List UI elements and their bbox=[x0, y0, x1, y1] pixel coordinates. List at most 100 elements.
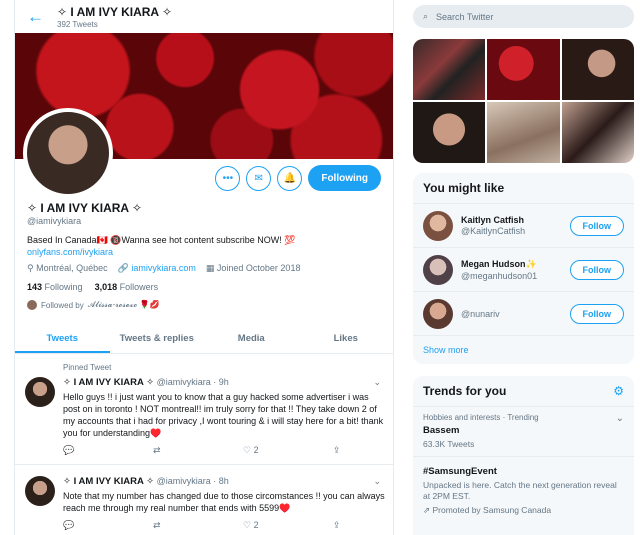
chevron-down-icon[interactable]: ⌄ bbox=[373, 377, 381, 388]
tweet-text: Hello guys !! i just want you to know th… bbox=[63, 392, 384, 438]
bio-text: Based In Canada🇨🇦 🔞Wanna see hot content… bbox=[27, 235, 296, 245]
tweet-avatar[interactable] bbox=[25, 377, 55, 407]
reply-icon[interactable]: 💬 bbox=[63, 520, 153, 531]
trends-header: Trends for you ⚙ bbox=[413, 376, 634, 406]
profile-column: ← ✧ I AM IVY KIARA ✧ 392 Tweets ••• ✉ 🔔 … bbox=[14, 0, 394, 535]
profile-tabs: Tweets Tweets & replies Media Likes bbox=[15, 324, 393, 354]
tweet-author-handle[interactable]: @iamivykiara · 8h bbox=[157, 476, 229, 486]
chevron-down-icon[interactable]: ⌄ bbox=[373, 476, 381, 487]
search-icon: ⌕ bbox=[423, 11, 429, 21]
media-thumbnail[interactable] bbox=[561, 39, 634, 100]
calendar-icon: ▦ bbox=[205, 263, 217, 273]
header-profile-name: ✧ I AM IVY KIARA ✧ bbox=[57, 4, 173, 19]
suggested-user-name[interactable]: Kaitlyn Catfish bbox=[461, 215, 525, 225]
followers-stat[interactable]: 3,018 Followers bbox=[95, 282, 159, 292]
heart-icon: ♡ bbox=[243, 520, 252, 530]
tweet-item[interactable]: Pinned Tweet ✧ I AM IVY KIARA ✧ @iamivyk… bbox=[15, 355, 393, 465]
follow-button[interactable]: Follow bbox=[569, 216, 624, 236]
follow-button[interactable]: Follow bbox=[569, 260, 624, 280]
heart-icon: ♡ bbox=[243, 445, 252, 455]
notifications-bell-icon[interactable]: 🔔 bbox=[277, 165, 303, 191]
link-icon: 🔗 bbox=[117, 263, 132, 273]
trend-count: 63.3K Tweets bbox=[423, 439, 475, 449]
profile-meta: ⚲ Montréal, Québec 🔗 iamivykiara.com ▦ J… bbox=[27, 263, 300, 274]
profile-avatar[interactable] bbox=[23, 108, 113, 198]
like-button[interactable]: ♡ 2 bbox=[243, 520, 333, 531]
bio-link[interactable]: onlyfans.com/ivykiara bbox=[27, 247, 113, 257]
followed-by-name: 𝓐𝓵𝓲𝓼𝓼𝓪-𝓻𝓸𝓼𝓮𝔁𝓸 🌹💋 bbox=[87, 300, 160, 309]
following-count: 143 bbox=[27, 282, 43, 292]
follow-button[interactable]: Follow bbox=[569, 304, 624, 324]
trend-item[interactable]: #SamsungEvent Unpacked is here. Catch th… bbox=[413, 456, 634, 522]
trend-description: Unpacked is here. Catch the next generat… bbox=[423, 480, 617, 501]
follower-avatar bbox=[27, 300, 37, 310]
tab-tweets-replies[interactable]: Tweets & replies bbox=[110, 324, 205, 353]
tab-tweets[interactable]: Tweets bbox=[15, 324, 110, 353]
suggested-user[interactable]: Kaitlyn Catfish @KaitlynCatfish Follow bbox=[413, 203, 634, 247]
tab-likes[interactable]: Likes bbox=[299, 324, 394, 353]
more-options-icon[interactable]: ••• bbox=[215, 165, 241, 191]
reply-icon[interactable]: 💬 bbox=[63, 445, 153, 456]
trend-item[interactable]: Hobbies and interests · Trending Bassem … bbox=[413, 406, 634, 456]
following-stat[interactable]: 143 Following bbox=[27, 282, 83, 292]
chevron-down-icon[interactable]: ⌄ bbox=[616, 413, 624, 424]
joined-label: Joined October 2018 bbox=[216, 263, 301, 273]
trends-title: Trends for you bbox=[423, 384, 507, 398]
suggested-user-handle: @KaitlynCatfish bbox=[461, 226, 526, 236]
followers-count: 3,018 bbox=[94, 282, 118, 292]
avatar[interactable] bbox=[423, 210, 453, 241]
gear-icon[interactable]: ⚙ bbox=[613, 384, 624, 398]
like-button[interactable]: ♡ 2 bbox=[243, 445, 333, 456]
suggested-user-name[interactable]: Megan Hudson✨ bbox=[461, 259, 537, 270]
share-icon[interactable]: ⇪ bbox=[333, 445, 423, 456]
retweet-icon[interactable]: ⇄ bbox=[153, 520, 243, 531]
suggested-user-handle: @nunariv bbox=[461, 309, 500, 319]
suggested-user-handle: @meganhudson01 bbox=[461, 270, 538, 281]
avatar[interactable] bbox=[423, 298, 453, 329]
tweet-author-handle[interactable]: @iamivykiara · 9h bbox=[157, 377, 229, 387]
like-count: 2 bbox=[253, 445, 259, 455]
media-thumbnail[interactable] bbox=[487, 39, 560, 100]
website-link[interactable]: 🔗 iamivykiara.com bbox=[118, 263, 196, 274]
trend-name: #SamsungEvent bbox=[423, 466, 497, 477]
promoted-text: Promoted by Samsung Canada bbox=[432, 505, 552, 515]
tab-media[interactable]: Media bbox=[204, 324, 299, 353]
suggested-user[interactable]: Megan Hudson✨ @meganhudson01 Follow bbox=[413, 247, 634, 291]
who-to-follow-card: You might like Kaitlyn Catfish @KaitlynC… bbox=[413, 173, 634, 364]
suggested-user[interactable]: @nunariv Follow bbox=[413, 291, 634, 335]
trends-card: Trends for you ⚙ Hobbies and interests ·… bbox=[413, 376, 634, 535]
profile-header-bar: ← ✧ I AM IVY KIARA ✧ 392 Tweets bbox=[15, 0, 393, 33]
media-thumbnail[interactable] bbox=[561, 102, 634, 163]
search-input[interactable]: Search Twitter bbox=[436, 12, 493, 22]
website-label[interactable]: iamivykiara.com bbox=[131, 263, 196, 273]
share-icon[interactable]: ⇪ bbox=[333, 520, 423, 531]
tweet-author-name[interactable]: ✧ I AM IVY KIARA ✧ bbox=[63, 476, 154, 487]
avatar[interactable] bbox=[423, 254, 453, 285]
trend-context: Hobbies and interests · Trending bbox=[423, 413, 539, 422]
followers-label: Followers bbox=[119, 282, 159, 292]
media-thumbnail[interactable] bbox=[487, 102, 560, 163]
tweet-actions: 💬 ⇄ ♡ 2 ⇪ bbox=[63, 520, 423, 531]
profile-name: ✧ I AM IVY KIARA ✧ bbox=[27, 201, 143, 215]
following-button[interactable]: Following bbox=[308, 165, 381, 191]
message-icon[interactable]: ✉ bbox=[246, 165, 272, 191]
tweet-count: 392 Tweets bbox=[57, 19, 98, 29]
tweet-author-name[interactable]: ✧ I AM IVY KIARA ✧ bbox=[63, 377, 154, 388]
following-label: Following bbox=[44, 282, 83, 292]
show-more-link[interactable]: Show more bbox=[413, 335, 634, 364]
retweet-icon[interactable]: ⇄ bbox=[153, 445, 243, 456]
media-thumbnail[interactable] bbox=[413, 102, 486, 163]
pinned-label: Pinned Tweet bbox=[63, 363, 112, 372]
profile-bio: Based In Canada🇨🇦 🔞Wanna see hot content… bbox=[27, 234, 295, 258]
media-thumbnail[interactable] bbox=[413, 39, 486, 100]
tweet-item[interactable]: ✧ I AM IVY KIARA ✧ @iamivykiara · 8h ⌄ N… bbox=[15, 466, 393, 535]
location-pin-icon: ⚲ bbox=[27, 263, 37, 273]
followed-by-row[interactable]: Followed by 𝓐𝓵𝓲𝓼𝓼𝓪-𝓻𝓸𝓼𝓮𝔁𝓸 🌹💋 bbox=[27, 300, 160, 310]
profile-handle: @iamivykiara bbox=[27, 216, 82, 226]
media-grid bbox=[413, 39, 634, 163]
tweet-avatar[interactable] bbox=[25, 476, 55, 506]
back-arrow-icon[interactable]: ← bbox=[27, 7, 57, 27]
follow-stats: 143 Following 3,018 Followers bbox=[27, 282, 158, 292]
search-bar[interactable]: ⌕ Search Twitter bbox=[413, 5, 634, 28]
tweet-text: Note that my number has changed due to t… bbox=[63, 491, 385, 513]
